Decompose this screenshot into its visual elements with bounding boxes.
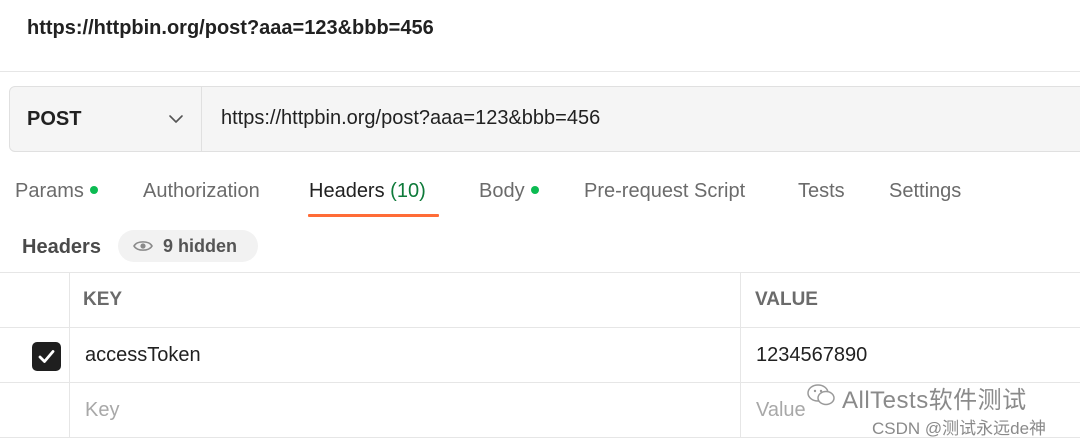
url-bar: POST https://httpbin.org/post?aaa=123&bb…: [9, 86, 1080, 152]
watermark-credit: CSDN @测试永远de神: [872, 419, 1047, 438]
tab-tests[interactable]: Tests: [798, 180, 845, 203]
tab-authorization[interactable]: Authorization: [143, 180, 260, 203]
tab-pre-request-script[interactable]: Pre-request Script: [584, 180, 745, 203]
value-header-label: VALUE: [755, 289, 818, 310]
tab-headers[interactable]: Headers (10): [309, 180, 426, 203]
table-row: accessToken 1234567890: [0, 328, 1080, 383]
table-header-row: KEY VALUE: [0, 273, 1080, 328]
method-label: POST: [27, 108, 82, 130]
key-column-header: KEY: [70, 273, 741, 328]
header-key: accessToken: [85, 344, 201, 366]
tab-body[interactable]: Body: [479, 180, 539, 203]
header-value: 1234567890: [756, 344, 868, 366]
key-header-label: KEY: [83, 289, 123, 310]
request-tabs: Params Authorization Headers (10) Body P…: [0, 170, 1080, 222]
chevron-down-icon: [169, 115, 183, 123]
new-key-cell[interactable]: Key: [70, 383, 741, 438]
body-indicator-dot: [530, 185, 539, 194]
method-select[interactable]: POST: [10, 87, 202, 151]
tab-label: Tests: [798, 180, 845, 202]
tab-label: Headers: [309, 180, 385, 202]
row-enabled-checkbox[interactable]: [32, 342, 61, 371]
url-input[interactable]: https://httpbin.org/post?aaa=123&bbb=456: [221, 107, 600, 130]
hidden-headers-toggle[interactable]: 9 hidden: [118, 230, 258, 262]
request-title-bar: https://httpbin.org/post?aaa=123&bbb=456: [0, 0, 1080, 72]
checkmark-icon: [38, 350, 55, 363]
watermark: AllTests软件测试: [806, 380, 1076, 414]
tab-label: Settings: [889, 180, 962, 202]
row-key-cell[interactable]: accessToken: [70, 328, 741, 383]
tab-label: Params: [15, 180, 84, 202]
value-column-header: VALUE: [741, 273, 1080, 328]
tab-settings[interactable]: Settings: [889, 180, 961, 203]
key-placeholder: Key: [85, 399, 120, 421]
watermark-brand: AllTests软件测试: [842, 387, 1027, 414]
params-indicator-dot: [89, 185, 98, 194]
active-tab-underline: [308, 214, 439, 217]
value-placeholder: Value: [756, 399, 806, 421]
headers-subheader: Headers 9 hidden: [0, 228, 1080, 272]
row-value-cell[interactable]: 1234567890: [741, 328, 1080, 383]
request-title[interactable]: https://httpbin.org/post?aaa=123&bbb=456: [27, 17, 434, 40]
check-column-header: [0, 273, 70, 328]
headers-section-label: Headers: [22, 236, 101, 258]
tab-label: Authorization: [143, 180, 260, 202]
new-row-check-cell: [0, 383, 70, 438]
tab-label: Pre-request Script: [584, 180, 746, 202]
headers-count: (10): [390, 180, 426, 202]
tab-params[interactable]: Params: [15, 180, 98, 203]
tab-label: Body: [479, 180, 525, 202]
hidden-count-label: 9 hidden: [163, 236, 238, 256]
wechat-icon: [807, 384, 835, 406]
eye-icon: [133, 241, 153, 251]
row-check-cell: [0, 328, 70, 383]
